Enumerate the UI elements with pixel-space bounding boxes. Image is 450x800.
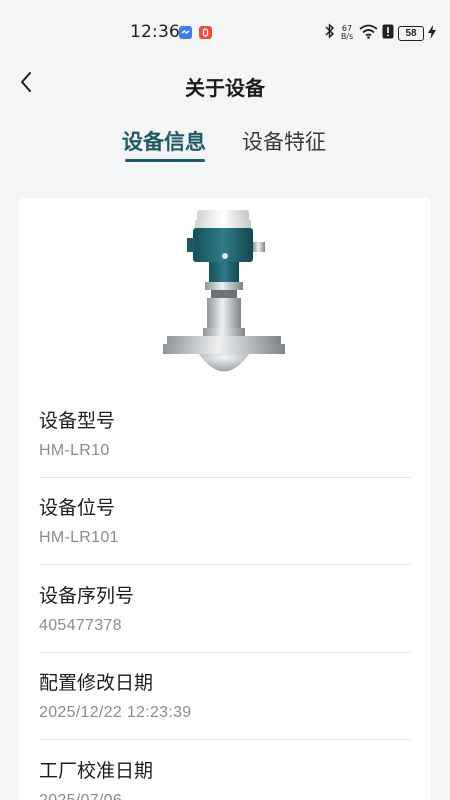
app-notification-icon: [199, 26, 212, 39]
device-image: [159, 204, 289, 380]
app-header: 关于设备: [0, 64, 450, 106]
divider: [39, 564, 411, 565]
network-speed: 67 B/s: [339, 25, 355, 41]
field-value: 405477378: [39, 617, 122, 634]
divider: [39, 739, 411, 740]
status-bar: 12:36 67 B/s 58: [0, 0, 450, 64]
bluetooth-icon: [324, 23, 335, 43]
field-label: 设备序列号: [39, 585, 135, 607]
device-info-card: 设备型号 HM-LR10 设备位号 HM-LR101 设备序列号 4054773…: [19, 198, 431, 800]
field-label: 工厂校准日期: [39, 760, 154, 782]
field-device-tag: 设备位号 HM-LR101: [39, 493, 411, 553]
tab-bar: 设备信息 设备特征: [0, 126, 450, 166]
tab-device-features[interactable]: 设备特征: [242, 126, 326, 156]
field-value: 2025/07/06: [39, 792, 122, 800]
active-tab-indicator: [125, 159, 205, 162]
network-speed-unit: B/s: [340, 32, 354, 41]
field-serial-number: 设备序列号 405477378: [39, 581, 411, 641]
divider: [39, 652, 411, 653]
charging-icon: [428, 24, 436, 43]
wifi-icon: [359, 24, 378, 43]
field-device-model: 设备型号 HM-LR10: [39, 406, 411, 466]
field-label: 设备位号: [39, 497, 116, 519]
tab-device-info[interactable]: 设备信息: [122, 126, 206, 156]
status-icons: 67 B/s 58: [324, 22, 436, 44]
field-config-modified-date: 配置修改日期 2025/12/22 12:23:39: [39, 668, 411, 728]
screen: 12:36 67 B/s 58 关于设备 设备信息 设备特征 设备型号 HM-L…: [0, 0, 450, 800]
field-value: 2025/12/22 12:23:39: [39, 704, 192, 721]
page-title: 关于设备: [185, 76, 265, 100]
status-time: 12:36: [130, 22, 180, 42]
field-value: HM-LR101: [39, 529, 119, 546]
divider: [39, 477, 411, 478]
field-label: 配置修改日期: [39, 672, 154, 694]
field-label: 设备型号: [39, 410, 116, 432]
field-value: HM-LR10: [39, 442, 110, 459]
chat-notification-icon: [179, 26, 192, 39]
alert-icon: [382, 24, 394, 43]
battery-indicator: 58: [398, 25, 424, 41]
field-factory-calibration-date: 工厂校准日期 2025/07/06: [39, 756, 411, 800]
